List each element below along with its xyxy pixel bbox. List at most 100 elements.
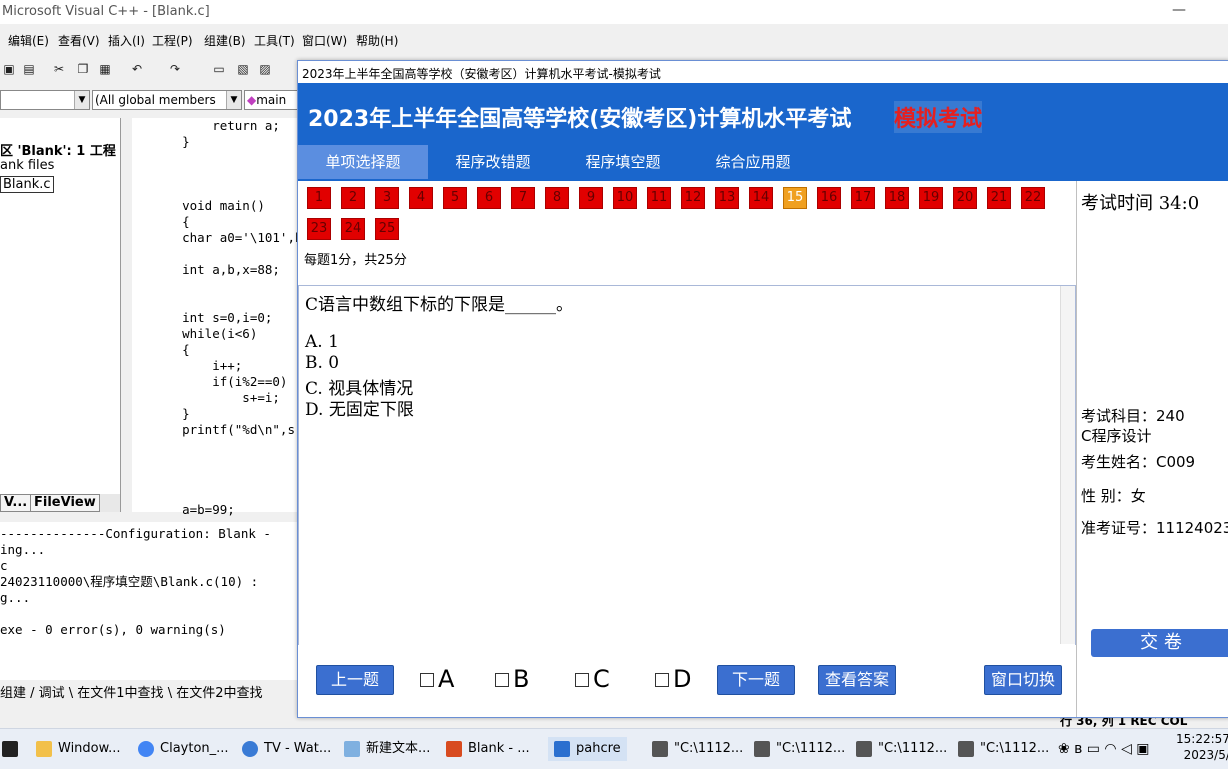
clock[interactable]: 15:22:57 2023/5/	[1176, 731, 1228, 763]
menu-help[interactable]: 帮助(H)	[356, 32, 398, 49]
vc-menubar: 编辑(E) 查看(V) 插入(I) 工程(P) 组建(B) 工具(T) 窗口(W…	[0, 28, 1228, 50]
workspace-root[interactable]: 区 'Blank': 1 工程	[0, 140, 116, 159]
submit-button[interactable]: 交 卷	[1091, 629, 1228, 657]
tab-single-choice[interactable]: 单项选择题	[298, 145, 428, 179]
folder-icon	[36, 740, 52, 757]
notepad-icon	[344, 740, 360, 757]
question-number-22[interactable]: 22	[1021, 187, 1045, 209]
tab-comprehensive[interactable]: 综合应用题	[688, 145, 818, 179]
taskbar-item-cmd3[interactable]: "C:\1112...	[856, 737, 947, 761]
question-number-16[interactable]: 16	[817, 187, 841, 209]
question-scrollbar[interactable]	[1060, 286, 1075, 644]
question-number-25[interactable]: 25	[375, 218, 399, 240]
output-icon[interactable]: ▧	[234, 60, 252, 78]
choice-d-checkbox[interactable]: D	[655, 665, 691, 693]
view-answer-button[interactable]: 查看答案	[818, 665, 896, 695]
function-icon: ◆	[247, 93, 257, 107]
exam-titlebar: 2023年上半年全国高等学校（安徽考区）计算机水平考试-模拟考试	[298, 61, 1228, 83]
question-number-21[interactable]: 21	[987, 187, 1011, 209]
taskbar-item-tv[interactable]: TV - Wat...	[242, 737, 331, 761]
menu-project[interactable]: 工程(P)	[152, 32, 193, 49]
class-combo[interactable]: ▼	[0, 90, 90, 110]
cut-icon[interactable]: ✂	[50, 60, 68, 78]
question-text: C语言中数组下标的下限是______。	[305, 295, 574, 315]
taskbar-item-cmd4[interactable]: "C:\1112...	[958, 737, 1049, 761]
workspace-folder[interactable]: ank files	[0, 158, 54, 173]
menu-view[interactable]: 查看(V)	[58, 32, 100, 49]
minimize-icon[interactable]: —	[1172, 2, 1186, 18]
question-number-3[interactable]: 3	[375, 187, 399, 209]
exam-main: 1 2 3 4 5 6 7 8 9 10 11 12 13 14 15 16 17 18 19 20 21 22 23 24 2…	[298, 181, 1076, 701]
copy-icon[interactable]: ❐	[74, 60, 92, 78]
tab-fileview[interactable]: FileView	[30, 494, 100, 512]
question-number-2[interactable]: 2	[341, 187, 365, 209]
undo-icon[interactable]: ↶	[128, 60, 146, 78]
choice-b-checkbox[interactable]: B	[495, 665, 529, 693]
save-all-icon[interactable]: ▤	[20, 60, 38, 78]
question-number-20[interactable]: 20	[953, 187, 977, 209]
tray-icons[interactable]: ❀ ʙ ▭ ◠ ◁ ▣	[1058, 737, 1150, 761]
taskbar-item-cmd2[interactable]: "C:\1112...	[754, 737, 845, 761]
choice-c-checkbox[interactable]: C	[575, 665, 610, 693]
checkbox-icon	[575, 673, 589, 687]
question-number-1[interactable]: 1	[307, 187, 331, 209]
question-number-19[interactable]: 19	[919, 187, 943, 209]
menu-tools[interactable]: 工具(T)	[254, 32, 295, 49]
taskbar-item-cmd1[interactable]: "C:\1112...	[652, 737, 743, 761]
question-number-23[interactable]: 23	[307, 218, 331, 240]
window-switch-button[interactable]: 窗口切换	[984, 665, 1062, 695]
exam-sidebar: 考试时间 34:0 考试科目：240 C程序设计 考生姓名：C009 性 别：女…	[1076, 181, 1228, 717]
tab-program-fix[interactable]: 程序改错题	[428, 145, 558, 179]
question-number-8[interactable]: 8	[545, 187, 569, 209]
vc-title: Microsoft Visual C++ - [Blank.c]	[2, 4, 210, 19]
question-number-9[interactable]: 9	[579, 187, 603, 209]
menu-edit[interactable]: 编辑(E)	[8, 32, 49, 49]
question-number-24[interactable]: 24	[341, 218, 365, 240]
question-box: C语言中数组下标的下限是______。 A. 1 B. 0 C. 视具体情况 D…	[298, 285, 1076, 647]
members-combo[interactable]: (All global members ▼	[92, 90, 242, 110]
question-number-17[interactable]: 17	[851, 187, 875, 209]
subject-name: C程序设计	[1081, 427, 1152, 445]
tab-program-fill[interactable]: 程序填空题	[558, 145, 688, 179]
question-number-18[interactable]: 18	[885, 187, 909, 209]
menu-insert[interactable]: 插入(I)	[108, 32, 145, 49]
tab-classview[interactable]: V...	[0, 494, 32, 512]
redo-icon[interactable]: ↷	[166, 60, 184, 78]
question-number-12[interactable]: 12	[681, 187, 705, 209]
workspace-file[interactable]: Blank.c	[0, 176, 54, 193]
timer-value: 34:0	[1158, 193, 1200, 214]
choice-a-checkbox[interactable]: A	[420, 665, 454, 693]
question-number-10[interactable]: 10	[613, 187, 637, 209]
windows-icon[interactable]: ▨	[256, 60, 274, 78]
question-number-5[interactable]: 5	[443, 187, 467, 209]
code-editor[interactable]: return a; } void main() { char a0='\101'…	[132, 118, 318, 517]
question-number-7[interactable]: 7	[511, 187, 535, 209]
menu-build[interactable]: 组建(B)	[204, 32, 246, 49]
question-number-4[interactable]: 4	[409, 187, 433, 209]
next-question-button[interactable]: 下一题	[717, 665, 795, 695]
save-icon[interactable]: ▣	[0, 60, 18, 78]
prev-question-button[interactable]: 上一题	[316, 665, 394, 695]
taskbar-item-notepad[interactable]: 新建文本...	[344, 737, 430, 761]
question-number-14[interactable]: 14	[749, 187, 773, 209]
option-d-text: D. 无固定下限	[305, 400, 414, 420]
function-combo[interactable]: ◆main	[244, 90, 302, 110]
console-icon	[856, 740, 872, 757]
question-number-11[interactable]: 11	[647, 187, 671, 209]
question-number-15[interactable]: 15	[783, 187, 807, 209]
menu-window[interactable]: 窗口(W)	[302, 32, 347, 49]
question-number-6[interactable]: 6	[477, 187, 501, 209]
subject-label: 考试科目：240	[1081, 407, 1185, 425]
workspace-tabs: V... FileView	[0, 494, 120, 512]
taskbar-item-pahcre[interactable]: pahcre	[548, 737, 627, 761]
exam-window-title: 2023年上半年全国高等学校（安徽考区）计算机水平考试-模拟考试	[302, 67, 661, 81]
build-tabs[interactable]: 组建 / 调试 \ 在文件1中查找 \ 在文件2中查找	[0, 682, 300, 702]
taskbar-item-chrome[interactable]: Clayton_...	[138, 737, 229, 761]
taskbar-item-explorer[interactable]: Window...	[36, 737, 120, 761]
taskbar-item-vc[interactable]: Blank - ...	[446, 737, 530, 761]
chevron-down-icon: ▼	[226, 91, 241, 109]
question-number-13[interactable]: 13	[715, 187, 739, 209]
paste-icon[interactable]: ▦	[96, 60, 114, 78]
workspace-icon[interactable]: ▭	[210, 60, 228, 78]
taskbar-app-terminal[interactable]	[2, 737, 24, 761]
